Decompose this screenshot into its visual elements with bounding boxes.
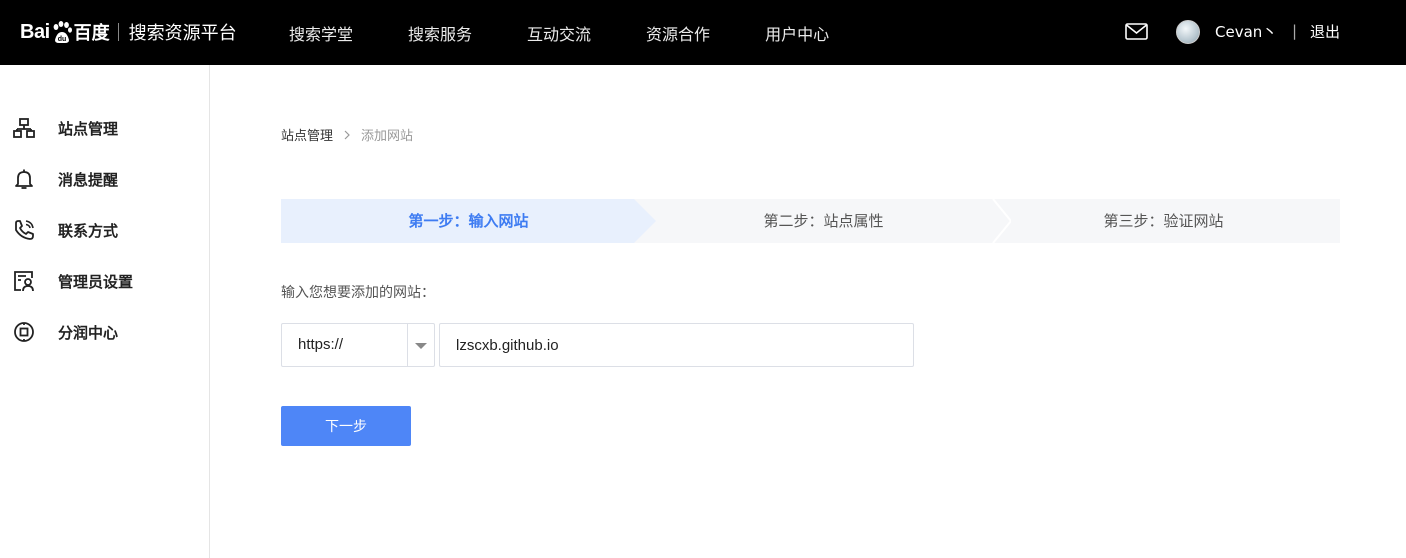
sidebar-item-label: 消息提醒 [58, 170, 119, 189]
phone-icon [15, 220, 34, 240]
caret-down-icon[interactable] [415, 343, 427, 349]
logo-bai-text: Bai [20, 20, 50, 43]
protocol-select[interactable]: https:// [281, 323, 435, 367]
sidebar: 站点管理 消息提醒 联系方式 管理员设置 分润中心 [0, 65, 210, 558]
baidu-logo[interactable]: Bai du 百度 搜索资源平台 [20, 12, 237, 52]
next-step-button[interactable]: 下一步 [281, 406, 411, 446]
user-area: Cevan丶 | 退出 [1106, 0, 1406, 65]
nav-user-center[interactable]: 用户中心 [765, 21, 829, 45]
breadcrumb-current: 添加网站 [361, 129, 414, 144]
main-content: 站点管理 添加网站 第一步：输入网站 第二步：站点属性 第三步：验证网站 输入您… [210, 65, 1406, 558]
sidebar-item-revenue-center[interactable]: 分润中心 [0, 312, 209, 352]
step-divider [992, 199, 1011, 243]
select-divider [407, 324, 408, 366]
sidebar-item-messages[interactable]: 消息提醒 [0, 159, 209, 199]
nav-search-services[interactable]: 搜索服务 [408, 21, 472, 45]
protocol-value: https:// [298, 336, 344, 353]
top-navbar: Bai du 百度 搜索资源平台 搜索学堂 搜索服务 互动交流 资源合作 用户中… [0, 0, 1406, 65]
nav-search-academy[interactable]: 搜索学堂 [289, 21, 353, 45]
site-url-input[interactable] [439, 323, 914, 367]
svg-text:du: du [57, 36, 66, 43]
breadcrumb: 站点管理 添加网站 [281, 125, 413, 144]
sidebar-item-site-management[interactable]: 站点管理 [0, 108, 209, 148]
logo-divider [117, 23, 119, 41]
username[interactable]: Cevan丶 [1215, 21, 1277, 42]
breadcrumb-site-management[interactable]: 站点管理 [281, 125, 333, 144]
step-1: 第一步：输入网站 [408, 212, 529, 230]
paw-icon: du [53, 21, 72, 43]
nav-resource-cooperation[interactable]: 资源合作 [646, 21, 710, 45]
site-prompt-label: 输入您想要添加的网站： [281, 285, 435, 301]
sidebar-item-label: 管理员设置 [58, 272, 134, 291]
sitemap-icon [13, 118, 35, 138]
step-3: 第三步：验证网站 [1103, 212, 1224, 230]
chevron-right-icon [344, 130, 350, 139]
sidebar-item-label: 分润中心 [58, 323, 119, 342]
mail-icon[interactable] [1125, 23, 1148, 40]
sidebar-item-label: 联系方式 [58, 221, 119, 240]
top-nav: 搜索学堂 搜索服务 互动交流 资源合作 用户中心 [289, 0, 884, 65]
avatar[interactable] [1176, 20, 1200, 44]
logo-du-text: 百度 [73, 23, 110, 43]
sidebar-item-label: 站点管理 [58, 119, 119, 138]
sidebar-item-admin-settings[interactable]: 管理员设置 [0, 261, 209, 301]
logout-link[interactable]: 退出 [1310, 21, 1340, 42]
bell-icon [15, 169, 33, 189]
platform-name: 搜索资源平台 [128, 23, 237, 44]
admin-icon [14, 271, 34, 292]
sidebar-item-contact[interactable]: 联系方式 [0, 210, 209, 250]
step-indicator: 第一步：输入网站 第二步：站点属性 第三步：验证网站 [281, 199, 1340, 243]
nav-interaction[interactable]: 互动交流 [527, 21, 591, 45]
header-separator: | [1292, 22, 1298, 40]
step-2: 第二步：站点属性 [763, 212, 884, 230]
revenue-icon [14, 322, 34, 342]
